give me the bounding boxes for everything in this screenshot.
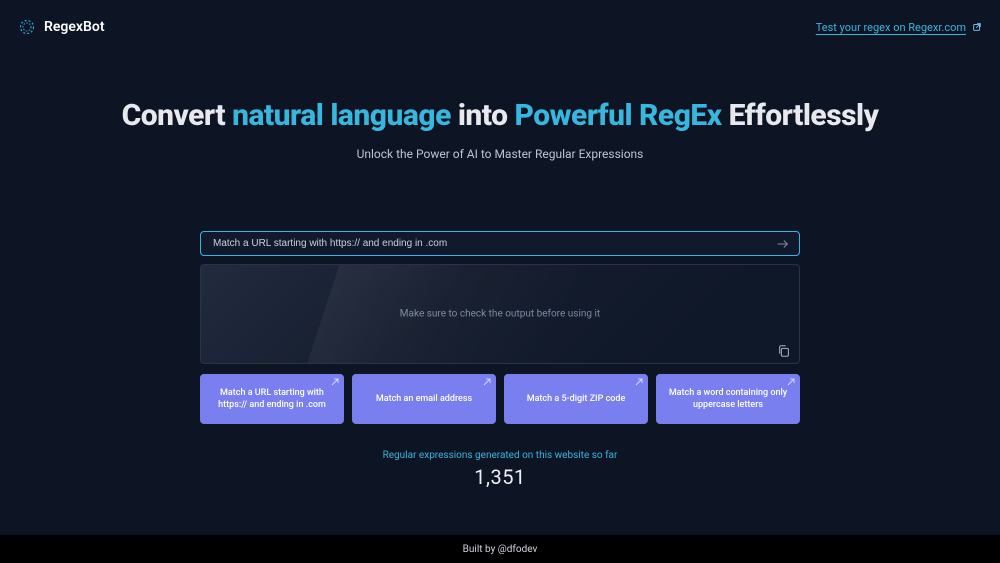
example-button-3[interactable]: Match a 5-digit ZIP code: [504, 374, 648, 424]
brand: RegexBot: [18, 18, 105, 36]
arrow-up-right-icon: [787, 378, 795, 386]
prompt-input[interactable]: [211, 237, 767, 250]
copy-button[interactable]: [777, 343, 791, 357]
hero: Convert natural language into Powerful R…: [0, 98, 1000, 161]
example-label: Match a URL starting with https:// and e…: [210, 387, 334, 411]
page-title: Convert natural language into Powerful R…: [0, 98, 1000, 133]
arrow-up-right-icon: [483, 378, 491, 386]
title-accent-1: natural language: [232, 98, 451, 133]
title-accent-2: Powerful RegEx: [515, 98, 722, 133]
counter: Regular expressions generated on this we…: [200, 450, 800, 489]
example-buttons: Match a URL starting with https:// and e…: [200, 374, 800, 424]
counter-value: 1,351: [200, 465, 800, 489]
output-placeholder: Make sure to check the output before usi…: [400, 309, 600, 320]
arrow-up-right-icon: [635, 378, 643, 386]
external-link-icon: [972, 22, 982, 32]
example-label: Match a word containing only uppercase l…: [666, 387, 790, 411]
test-regex-link[interactable]: Test your regex on Regexr.com: [816, 21, 982, 34]
example-button-1[interactable]: Match a URL starting with https:// and e…: [200, 374, 344, 424]
logo-icon: [18, 18, 36, 36]
example-button-2[interactable]: Match an email address: [352, 374, 496, 424]
submit-button[interactable]: [775, 236, 791, 252]
footer: Built by @dfodev: [0, 535, 1000, 563]
footer-text: Built by @dfodev: [463, 544, 538, 555]
output-panel: Make sure to check the output before usi…: [200, 264, 800, 364]
example-label: Match an email address: [376, 393, 472, 405]
brand-name: RegexBot: [44, 19, 105, 35]
counter-label: Regular expressions generated on this we…: [200, 450, 800, 461]
page-subtitle: Unlock the Power of AI to Master Regular…: [0, 147, 1000, 161]
prompt-row: [200, 231, 800, 256]
main: Make sure to check the output before usi…: [200, 231, 800, 489]
test-regex-link-label: Test your regex on Regexr.com: [816, 21, 966, 34]
example-button-4[interactable]: Match a word containing only uppercase l…: [656, 374, 800, 424]
arrow-up-right-icon: [331, 378, 339, 386]
header: RegexBot Test your regex on Regexr.com: [0, 0, 1000, 42]
example-label: Match a 5-digit ZIP code: [527, 393, 626, 405]
